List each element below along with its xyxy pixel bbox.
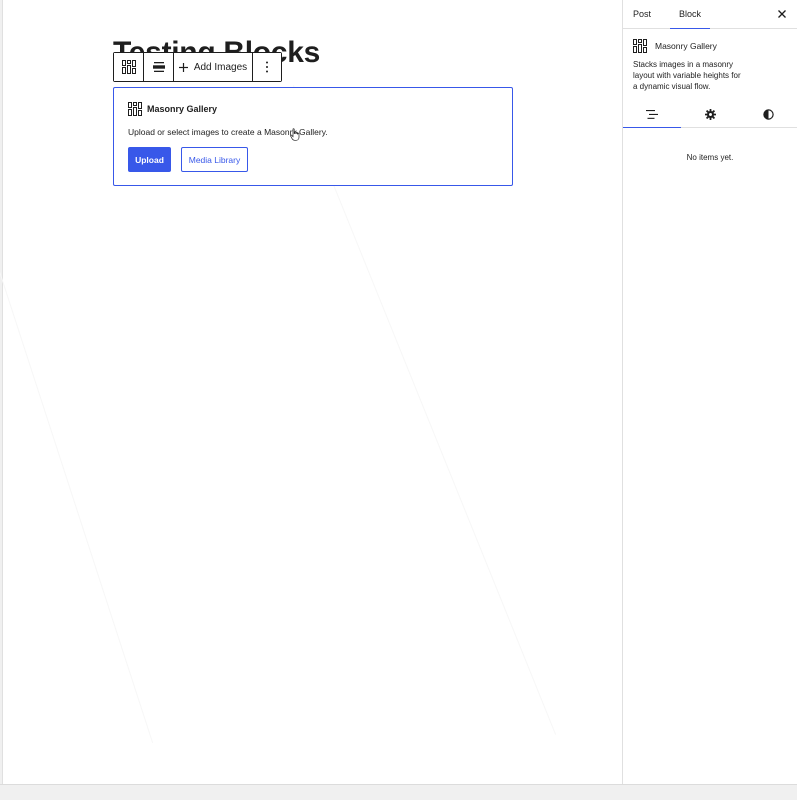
window-bottom-edge <box>0 784 797 800</box>
close-icon <box>778 10 786 18</box>
tab-post[interactable]: Post <box>633 0 670 28</box>
masonry-grid-icon <box>633 39 647 53</box>
tab-styles[interactable] <box>739 101 797 127</box>
align-wide-icon <box>152 62 165 72</box>
inspector-tabs <box>623 101 797 128</box>
masonry-grid-icon <box>121 60 136 74</box>
settings-sidebar: Post Block Masonry Gallery Stacks images… <box>622 0 797 784</box>
vertical-ellipsis-icon <box>266 61 268 73</box>
align-button[interactable] <box>144 53 174 81</box>
sidebar-tabs: Post Block <box>623 0 797 29</box>
add-images-label: Add Images <box>193 61 248 73</box>
block-card: Masonry Gallery Stacks images in a mason… <box>623 29 797 92</box>
contrast-icon <box>762 108 774 120</box>
add-images-button[interactable]: Add Images <box>174 53 253 81</box>
masonry-gallery-placeholder[interactable]: Masonry Gallery Upload or select images … <box>113 87 513 186</box>
gear-icon <box>704 108 716 120</box>
plus-icon <box>178 62 188 72</box>
placeholder-header: Masonry Gallery <box>128 102 498 116</box>
tab-settings[interactable] <box>681 101 739 127</box>
close-sidebar-button[interactable] <box>775 7 789 21</box>
hand-pointer-cursor-icon <box>290 128 300 141</box>
block-toolbar: Add Images <box>113 52 282 82</box>
editor-canvas[interactable]: Testing Blocks Add Images <box>0 0 623 784</box>
placeholder-actions: Upload Media Library <box>128 147 498 172</box>
more-options-button[interactable] <box>253 53 281 81</box>
block-card-title: Masonry Gallery <box>655 41 717 51</box>
masonry-grid-icon <box>128 102 142 116</box>
editor-window: Testing Blocks Add Images <box>0 0 797 800</box>
tab-block[interactable]: Block <box>670 0 711 29</box>
block-card-description: Stacks images in a masonry layout with v… <box>633 60 741 91</box>
media-library-button[interactable]: Media Library <box>181 147 248 172</box>
window-left-edge <box>0 0 3 785</box>
empty-state-message: No items yet. <box>686 153 734 162</box>
placeholder-title: Masonry Gallery <box>147 104 218 114</box>
block-card-header: Masonry Gallery <box>633 39 787 53</box>
block-type-button[interactable] <box>114 53 144 81</box>
list-view-icon <box>646 109 658 119</box>
tab-list-view[interactable] <box>623 101 681 128</box>
placeholder-instructions: Upload or select images to create a Maso… <box>128 127 328 137</box>
upload-button[interactable]: Upload <box>128 147 171 172</box>
